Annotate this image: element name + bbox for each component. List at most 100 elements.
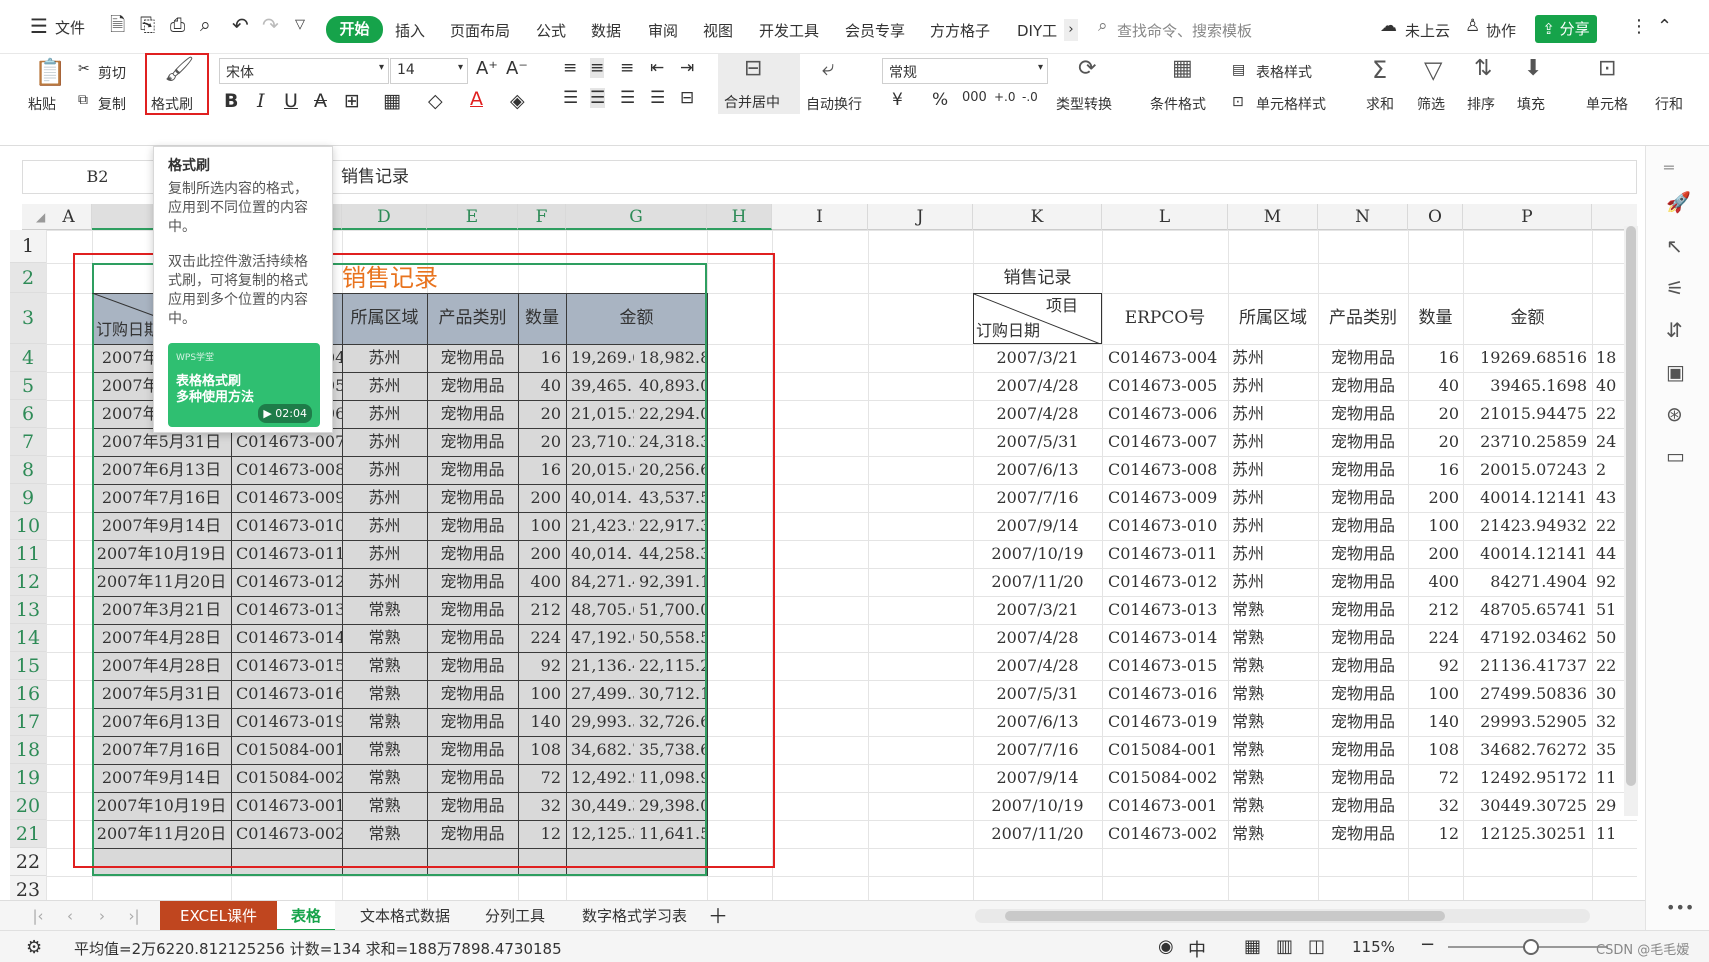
left-cell[interactable]: 40: [520, 372, 564, 400]
vertical-scroll-thumb[interactable]: [1626, 226, 1636, 786]
left-cell[interactable]: 30,712.18: [636, 680, 705, 708]
eye-protect-icon[interactable]: ◉: [1158, 936, 1174, 957]
command-search[interactable]: 查找命令、搜索模板: [1117, 20, 1252, 41]
left-cell[interactable]: 12,492.95: [568, 764, 634, 792]
right-cell[interactable]: C014673-004: [1106, 344, 1228, 372]
right-cell[interactable]: 21423.94932: [1463, 512, 1589, 540]
font-size-select[interactable]: 14 ▾: [390, 58, 468, 84]
zoom-level[interactable]: 115%: [1352, 938, 1395, 956]
row-header-22[interactable]: 22: [10, 848, 46, 876]
tab-page-layout[interactable]: 页面布局: [450, 20, 510, 41]
clear-icon[interactable]: ◈: [510, 90, 525, 112]
more-dropdown-icon[interactable]: ▽: [295, 18, 305, 31]
left-cell[interactable]: 2007年9月14日: [92, 512, 231, 540]
menu-file[interactable]: 文件: [55, 17, 85, 38]
right-diag-bottom[interactable]: 订购日期: [976, 320, 1066, 342]
row-header-21[interactable]: 21: [10, 820, 46, 848]
right-cell[interactable]: 21015.94475: [1463, 400, 1589, 428]
right-table-title[interactable]: 销售记录: [973, 263, 1102, 293]
underline-icon[interactable]: U: [284, 90, 298, 112]
right-cell[interactable]: C014673-015: [1106, 652, 1228, 680]
right-cell[interactable]: C015084-001: [1106, 736, 1228, 764]
right-header-0[interactable]: ERPCO号: [1102, 293, 1228, 344]
right-cell[interactable]: 27499.50836: [1463, 680, 1589, 708]
left-cell[interactable]: 92: [520, 652, 564, 680]
right-cell[interactable]: 宠物用品: [1318, 736, 1408, 764]
left-cell[interactable]: C014673-014: [233, 624, 342, 652]
left-cell[interactable]: 30,449.31: [568, 792, 634, 820]
font-name-select[interactable]: 宋体 ▾: [219, 58, 389, 84]
left-cell[interactable]: 宠物用品: [427, 400, 518, 428]
increase-decimal-icon[interactable]: +.0: [994, 90, 1016, 104]
right-cell[interactable]: 宠物用品: [1318, 820, 1408, 848]
row-header-12[interactable]: 12: [10, 568, 46, 596]
left-cell[interactable]: 宠物用品: [427, 372, 518, 400]
sheet-tab-number-format[interactable]: 数字格式学习表: [572, 901, 697, 931]
row-header-7[interactable]: 7: [10, 428, 46, 456]
right-header-4[interactable]: 金额: [1463, 293, 1592, 344]
left-cell[interactable]: 宠物用品: [427, 652, 518, 680]
right-cell[interactable]: 常熟: [1230, 624, 1318, 652]
left-cell[interactable]: C015084-002: [233, 764, 342, 792]
left-cell[interactable]: 2007年5月31日: [92, 680, 231, 708]
left-cell[interactable]: 43,537.56: [636, 484, 705, 512]
left-cell[interactable]: 宠物用品: [427, 764, 518, 792]
right-cell[interactable]: 苏州: [1230, 568, 1318, 596]
left-cell[interactable]: 宠物用品: [427, 708, 518, 736]
right-cell[interactable]: 2007/7/16: [973, 484, 1102, 512]
normal-view-icon[interactable]: ▦: [1244, 936, 1261, 957]
left-cell[interactable]: 宠物用品: [427, 456, 518, 484]
left-cell[interactable]: 常熟: [342, 764, 427, 792]
left-cell[interactable]: C014673-013: [233, 596, 342, 624]
right-cell[interactable]: 2007/6/13: [973, 456, 1102, 484]
left-cell[interactable]: C014673-015: [233, 652, 342, 680]
left-cell[interactable]: C014673-011: [233, 540, 342, 568]
decrease-font-icon[interactable]: A⁻: [506, 58, 528, 79]
left-cell[interactable]: 11,098.92: [636, 764, 705, 792]
row-header-18[interactable]: 18: [10, 736, 46, 764]
left-cell[interactable]: 44,258.36: [636, 540, 705, 568]
percent-icon[interactable]: %: [932, 90, 948, 110]
left-cell[interactable]: C014673-012: [233, 568, 342, 596]
sheet-tab-excel[interactable]: EXCEL课件: [160, 901, 277, 931]
align-top-icon[interactable]: ≡: [563, 58, 577, 78]
left-cell[interactable]: 35,738.66: [636, 736, 705, 764]
left-cell[interactable]: 212: [520, 596, 564, 624]
right-cell[interactable]: C014673-016: [1106, 680, 1228, 708]
settings-sliders-icon[interactable]: ⚟: [1666, 276, 1684, 300]
more-icon[interactable]: ⋮: [1630, 18, 1648, 36]
left-cell[interactable]: 200: [520, 484, 564, 512]
cloud-status[interactable]: 未上云: [1405, 20, 1450, 41]
tab-developer[interactable]: 开发工具: [759, 20, 819, 41]
right-cell[interactable]: 宠物用品: [1318, 540, 1408, 568]
left-cell[interactable]: C015084-001: [233, 736, 342, 764]
left-table-title[interactable]: 销售记录: [342, 263, 642, 293]
right-cell[interactable]: 苏州: [1230, 428, 1318, 456]
tab-data[interactable]: 数据: [591, 20, 621, 41]
book-icon[interactable]: ▭: [1666, 444, 1685, 468]
row-header-11[interactable]: 11: [10, 540, 46, 568]
sort-button[interactable]: 排序: [1467, 94, 1495, 114]
collab-button[interactable]: 协作: [1486, 20, 1516, 41]
right-cell[interactable]: C014673-006: [1106, 400, 1228, 428]
table-style-button[interactable]: 表格样式: [1256, 62, 1312, 82]
prev-sheet-icon[interactable]: ‹: [60, 901, 80, 931]
row-header-17[interactable]: 17: [10, 708, 46, 736]
right-cell[interactable]: 常熟: [1230, 764, 1318, 792]
left-cell[interactable]: 100: [520, 680, 564, 708]
right-cell[interactable]: C014673-013: [1106, 596, 1228, 624]
left-cell[interactable]: 40,014.12: [568, 484, 634, 512]
tab-formula[interactable]: 公式: [536, 20, 566, 41]
right-cell[interactable]: 12492.95172: [1463, 764, 1589, 792]
paste-icon[interactable]: 📋: [34, 58, 66, 88]
left-cell[interactable]: 20,015.07: [568, 456, 634, 484]
tab-view[interactable]: 视图: [703, 20, 733, 41]
left-cell[interactable]: 100: [520, 512, 564, 540]
right-cell[interactable]: 30449.30725: [1463, 792, 1589, 820]
left-cell[interactable]: 32,726.66: [636, 708, 705, 736]
row-header-14[interactable]: 14: [10, 624, 46, 652]
align-center-icon[interactable]: ☰: [590, 88, 606, 108]
left-cell[interactable]: 2007年9月14日: [92, 764, 231, 792]
right-cell[interactable]: C014673-019: [1106, 708, 1228, 736]
right-cell[interactable]: 宠物用品: [1318, 792, 1408, 820]
